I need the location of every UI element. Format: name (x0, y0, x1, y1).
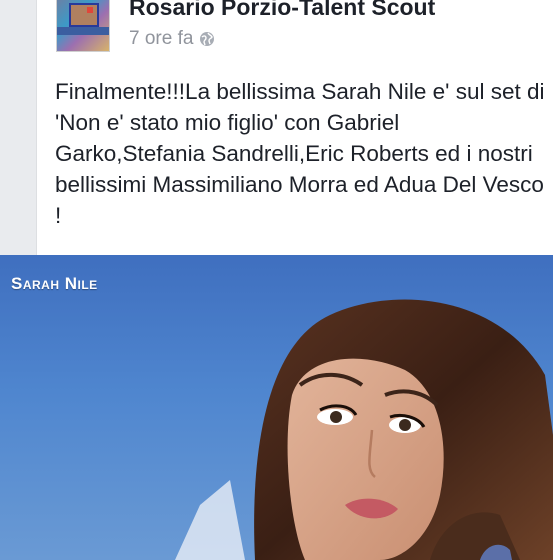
post-meta: 7 ore fa (129, 27, 215, 51)
post-text: Finalmente!!!La bellissima Sarah Nile e'… (55, 79, 545, 228)
post-card: Rosario Porzio-Talent Scout 7 ore fa Fin… (36, 0, 553, 255)
photo-caption: Sarah Nile (11, 274, 98, 293)
author-name-link[interactable]: Rosario Porzio-Talent Scout (129, 0, 435, 21)
avatar-frame-shape (69, 3, 99, 27)
avatar-red-mark (87, 7, 93, 13)
portrait-illustration (175, 299, 553, 560)
facebook-post-screen: Rosario Porzio-Talent Scout 7 ore fa Fin… (0, 0, 553, 560)
globe-icon[interactable] (199, 31, 215, 47)
post-photo[interactable]: Sarah Nile (0, 255, 553, 560)
author-avatar[interactable] (56, 0, 110, 52)
post-timestamp-link[interactable]: 7 ore fa (129, 28, 193, 50)
avatar-stripe (57, 27, 109, 35)
